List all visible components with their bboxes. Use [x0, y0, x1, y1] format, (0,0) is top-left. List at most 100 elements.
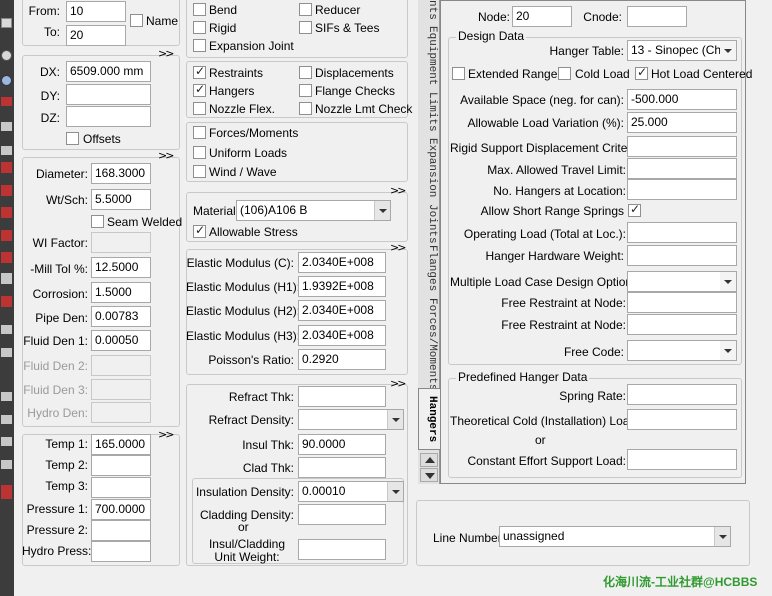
chevron-down-icon[interactable]: [387, 410, 403, 429]
insul-thk-input[interactable]: 90.0000: [298, 434, 386, 455]
reducer-icon[interactable]: [1, 296, 12, 307]
globe-icon[interactable]: [1, 50, 12, 61]
refract-thk-input[interactable]: [298, 386, 386, 407]
material-select[interactable]: (106)A106 B: [236, 200, 391, 221]
material-expand-icon[interactable]: >>: [390, 184, 407, 197]
nozzle-flex-checkbox[interactable]: [193, 102, 206, 115]
node-input[interactable]: 20: [512, 6, 572, 27]
wtsch-input[interactable]: 5.5000: [91, 189, 151, 210]
flange-icon[interactable]: [1, 207, 12, 218]
rigid-support-input[interactable]: [627, 136, 737, 157]
expansion-icon[interactable]: [1, 273, 12, 284]
insul-density-select[interactable]: 0.00010: [298, 481, 404, 502]
fluid-den2-input[interactable]: [91, 355, 151, 376]
diameter-input[interactable]: 168.3000: [91, 163, 151, 184]
tee-icon[interactable]: [1, 146, 12, 155]
chevron-down-icon[interactable]: [720, 272, 736, 291]
extended-range-checkbox[interactable]: [452, 67, 465, 80]
dy-input[interactable]: [66, 84, 151, 105]
hot-load-centered-checkbox[interactable]: [635, 65, 648, 80]
operating-load-input[interactable]: [627, 222, 737, 243]
dz-input[interactable]: [66, 106, 151, 127]
bend-checkbox[interactable]: [193, 3, 206, 16]
temp3-input[interactable]: [91, 477, 151, 498]
flange-checks-checkbox[interactable]: [299, 84, 312, 97]
insulation-expand-icon[interactable]: >>: [390, 377, 407, 390]
fluid-den3-input[interactable]: [91, 379, 151, 400]
hanger-icon[interactable]: [1, 185, 12, 196]
mill-tol-input[interactable]: 12.5000: [91, 257, 151, 278]
from-input[interactable]: 10: [66, 1, 126, 22]
name-checkbox[interactable]: [130, 14, 143, 27]
pressure1-input[interactable]: 700.0000: [91, 499, 151, 520]
em-h3-input[interactable]: 2.0340E+008: [298, 325, 386, 346]
em-h1-input[interactable]: 1.9392E+008: [298, 276, 386, 297]
pipe-den-input[interactable]: 0.00783: [91, 306, 151, 327]
insul-cladding-unit-weight-input[interactable]: [298, 539, 386, 560]
rigid-checkbox[interactable]: [193, 21, 206, 34]
free-code-select[interactable]: [627, 340, 737, 361]
to-input[interactable]: 20: [66, 25, 126, 46]
nozzle-icon[interactable]: [1, 230, 12, 241]
bend-icon[interactable]: [1, 122, 12, 131]
clad-thk-input[interactable]: [298, 457, 386, 478]
wi-factor-input[interactable]: [91, 232, 151, 253]
free-restraint2-input[interactable]: [627, 314, 737, 335]
bolt-icon[interactable]: [1, 415, 12, 424]
tab-hangers[interactable]: Hangers: [420, 396, 438, 442]
em-c-input[interactable]: 2.0340E+008: [298, 252, 386, 273]
uniform-loads-checkbox[interactable]: [193, 146, 206, 159]
displacements-checkbox[interactable]: [299, 66, 312, 79]
element-icon[interactable]: [1, 75, 12, 86]
free-restraint1-input[interactable]: [627, 292, 737, 313]
chevron-down-icon[interactable]: [720, 341, 736, 360]
temp2-input[interactable]: [91, 455, 151, 476]
node-icon[interactable]: [1, 18, 12, 28]
cold-load-checkbox[interactable]: [558, 67, 571, 80]
tab-scroll-up-icon[interactable]: [420, 453, 438, 467]
hydro-den-input[interactable]: [91, 402, 151, 423]
expansion-joint-checkbox[interactable]: [193, 39, 206, 52]
offsets-checkbox[interactable]: [66, 132, 79, 145]
elastic-expand-icon[interactable]: >>: [390, 241, 407, 254]
tab-scroll-down-icon[interactable]: [420, 468, 438, 482]
poisson-input[interactable]: 0.2920: [298, 349, 386, 370]
allowable-stress-checkbox[interactable]: [193, 223, 206, 238]
em-h2-input[interactable]: 2.0340E+008: [298, 300, 386, 321]
pressure2-input[interactable]: [91, 520, 151, 541]
arrow-icon[interactable]: [1, 325, 12, 334]
fluid-den1-input[interactable]: 0.00050: [91, 330, 151, 351]
line-number-select[interactable]: unassigned: [499, 526, 731, 547]
pin-icon[interactable]: [1, 460, 12, 469]
temp-expand-icon[interactable]: >>: [158, 428, 175, 441]
theoretical-cold-input[interactable]: [627, 409, 737, 430]
pipe-icon[interactable]: [1, 348, 12, 357]
chevron-down-icon[interactable]: [720, 41, 736, 60]
restraints-checkbox[interactable]: [193, 64, 206, 79]
multiple-load-case-select[interactable]: [627, 271, 737, 292]
dimension-icon[interactable]: [1, 392, 12, 401]
seam-welded-checkbox[interactable]: [91, 215, 104, 228]
temp1-input[interactable]: 165.0000: [91, 434, 151, 455]
tab-equipment-limits[interactable]: Equipment Limits: [420, 26, 438, 132]
tab-expansion-joints[interactable]: Expansion Joints: [420, 138, 438, 244]
available-space-input[interactable]: -500.000: [627, 89, 737, 110]
valve-icon[interactable]: [1, 252, 12, 263]
constant-effort-input[interactable]: [627, 449, 737, 470]
cnode-input[interactable]: [627, 6, 687, 27]
forces-moments-checkbox[interactable]: [193, 126, 206, 139]
allow-short-range-checkbox[interactable]: [628, 202, 641, 217]
max-travel-input[interactable]: [627, 158, 737, 179]
hanger-hardware-weight-input[interactable]: [627, 245, 737, 266]
chevron-down-icon[interactable]: [387, 482, 403, 501]
chevron-down-icon[interactable]: [374, 201, 390, 220]
sifs-checkbox[interactable]: [299, 21, 312, 34]
hangers-checkbox[interactable]: [193, 82, 206, 97]
plus-icon[interactable]: [1, 437, 12, 446]
allowable-load-variation-input[interactable]: 25.000: [627, 112, 737, 133]
nozzle-lmt-checkbox[interactable]: [299, 102, 312, 115]
cladding-density-input[interactable]: [298, 504, 386, 525]
tab-flanges[interactable]: Flanges: [420, 245, 438, 291]
hydro-press-input[interactable]: [91, 541, 151, 562]
no-hangers-input[interactable]: [627, 179, 737, 200]
